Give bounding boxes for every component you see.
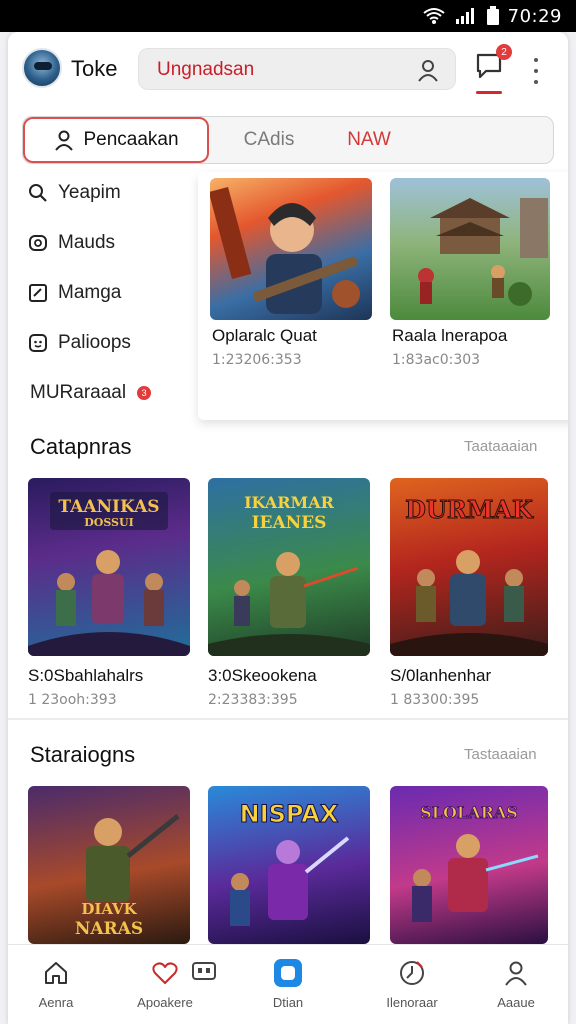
more-menu-button[interactable]: [528, 58, 544, 84]
art-text: IKARMAR: [244, 493, 335, 512]
clock-icon: [396, 957, 428, 989]
tab-label: NAW: [347, 129, 391, 150]
dot: [534, 69, 538, 73]
card-subtitle: 2:23383:395: [208, 692, 298, 708]
card-subtitle: 1:23206:353: [212, 352, 302, 368]
game-thumbnail[interactable]: NISPAX: [208, 786, 370, 944]
signal-icon: [455, 8, 474, 24]
dot: [534, 58, 538, 62]
tab-pencaakan[interactable]: Pencaakan: [23, 117, 209, 163]
sidebar-item-label: Palioops: [58, 332, 131, 353]
profile-icon: [500, 957, 532, 989]
card-subtitle: 1:83ac0:303: [392, 352, 481, 368]
game-thumbnail[interactable]: IKARMAR IEANES: [208, 478, 370, 656]
avatar[interactable]: [22, 48, 62, 88]
bookmark-icon: [28, 283, 48, 303]
card-title: Raala lnerapoa: [392, 326, 508, 345]
sidebar-item-palioops[interactable]: Palioops: [28, 332, 131, 354]
dot: [534, 80, 538, 84]
nav-item-home[interactable]: Aenra: [26, 945, 86, 1024]
recent-popup: Oplaralc Quat 1:23206:353 Raala lnerapoa…: [198, 172, 568, 420]
bottom-navigation: Aenra Apoakere Dtian Ilenoraar Aaaue: [8, 944, 568, 1024]
art-text: DOSSUI: [84, 516, 134, 529]
tab-label: Pencaakan: [83, 129, 179, 150]
card-subtitle: 1 83300:395: [390, 692, 480, 708]
see-all-link[interactable]: Tastaaaian: [464, 746, 537, 763]
camera-icon: [28, 233, 48, 253]
art-text: IEANES: [252, 513, 327, 533]
home-icon: [40, 957, 72, 989]
sidebar-item-muraraaal[interactable]: MURaraaal 3: [30, 382, 152, 404]
nav-item-history[interactable]: Ilenoraar: [372, 945, 452, 1024]
sidebar-item-label: MURaraaal: [30, 382, 127, 403]
status-bar: 70:29: [0, 0, 576, 32]
top-bar: Toke Ungnadsan 2: [8, 32, 568, 108]
active-underline: [476, 91, 502, 94]
search-bar[interactable]: Ungnadsan: [138, 48, 456, 90]
game-thumbnail[interactable]: SLOLARAS: [390, 786, 548, 944]
art-text: NISPAX: [240, 800, 339, 828]
brand-name: Toke: [71, 56, 118, 81]
status-time: 70:29: [507, 5, 562, 27]
user-icon[interactable]: [415, 57, 441, 88]
tab-cadis[interactable]: CAdis: [209, 117, 329, 163]
sidebar-badge: 3: [137, 386, 152, 400]
chat-icon: [28, 333, 48, 353]
nav-label: Aenra: [38, 995, 74, 1010]
tab-naw[interactable]: NAW: [329, 117, 409, 163]
game-thumbnail[interactable]: [210, 178, 372, 320]
art-text: TAANIKAS: [58, 497, 159, 517]
game-thumbnail[interactable]: DIAVK NARAS: [28, 786, 190, 944]
card-title: Oplaralc Quat: [212, 326, 317, 345]
nav-item-dtian[interactable]: Dtian: [258, 945, 318, 1024]
app-sheet: Toke Ungnadsan 2 Pencaakan CAdis NAW Yea…: [8, 32, 568, 1024]
tab-label: CAdis: [243, 129, 295, 150]
game-thumbnail[interactable]: TAANIKAS DOSSUI: [28, 478, 190, 656]
section-divider: [8, 718, 568, 720]
search-icon: [28, 183, 48, 203]
wifi-icon: [423, 8, 445, 24]
see-all-link[interactable]: Taataaaian: [464, 438, 537, 455]
game-thumbnail[interactable]: DURMAK: [390, 478, 548, 656]
sidebar-item-label: Yeapim: [58, 182, 121, 203]
card-title: 3:0Skeookena: [208, 666, 317, 685]
app-icon: [272, 957, 304, 989]
sidebar-item-label: Mamga: [58, 282, 122, 303]
notification-badge: 2: [496, 44, 512, 60]
gamepad-icon: [188, 955, 220, 987]
sidebar-item-mauds[interactable]: Mauds: [28, 232, 115, 254]
card-title: S/0lanhenhar: [390, 666, 492, 685]
heart-icon: [149, 957, 181, 989]
nav-item-games[interactable]: [184, 943, 224, 1023]
art-text: DURMAK: [405, 495, 534, 524]
art-text: NARAS: [75, 919, 143, 939]
section-title: Catapnras: [30, 434, 132, 459]
sidebar-item-yeapim[interactable]: Yeapim: [28, 182, 121, 204]
card-title: S:0Sbahlahalrs: [28, 666, 144, 685]
notifications-button[interactable]: 2: [474, 44, 512, 94]
section-title: Staraiogns: [30, 742, 136, 767]
game-thumbnail[interactable]: [390, 178, 550, 320]
sidebar-item-label: Mauds: [58, 232, 116, 253]
battery-icon: [486, 6, 499, 25]
nav-item-profile[interactable]: Aaaue: [486, 945, 546, 1024]
art-text: SLOLARAS: [420, 803, 518, 822]
nav-label: Ilenoraar: [386, 995, 438, 1010]
tab-bar: Pencaakan CAdis NAW: [22, 116, 554, 164]
nav-label: Aaaue: [497, 995, 535, 1010]
nav-label: Dtian: [272, 995, 304, 1010]
art-text: DIAVK: [81, 900, 137, 918]
sidebar-item-mamga[interactable]: Mamga: [28, 282, 121, 304]
card-subtitle: 1 23ooh:393: [28, 692, 117, 708]
user-icon: [55, 130, 74, 151]
search-input[interactable]: Ungnadsan: [157, 59, 254, 81]
